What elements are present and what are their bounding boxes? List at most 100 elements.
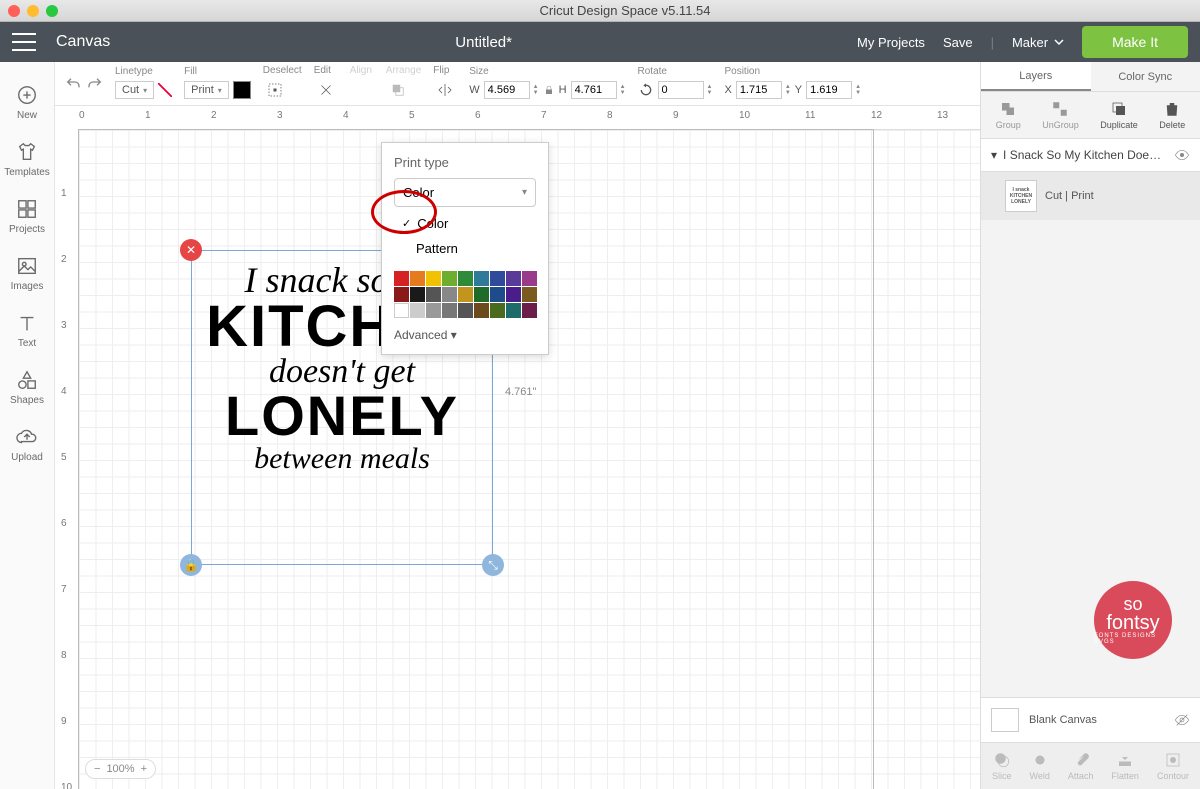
machine-selector[interactable]: Maker bbox=[1012, 35, 1064, 50]
duplicate-button[interactable]: Duplicate bbox=[1100, 100, 1138, 130]
resize-handle[interactable]: ⤡ bbox=[482, 554, 504, 576]
delete-handle[interactable]: ✕ bbox=[180, 239, 202, 261]
nav-images[interactable]: Images bbox=[0, 245, 54, 302]
close-window-button[interactable] bbox=[8, 5, 20, 17]
color-swatch[interactable] bbox=[410, 271, 425, 286]
align-button bbox=[350, 78, 374, 102]
zoom-control[interactable]: −100%+ bbox=[85, 759, 156, 779]
linetype-dropdown[interactable]: Cut bbox=[115, 81, 154, 99]
color-swatch[interactable] bbox=[410, 287, 425, 302]
nav-upload[interactable]: Upload bbox=[0, 416, 54, 473]
color-swatch[interactable] bbox=[506, 271, 521, 286]
blank-canvas-label: Blank Canvas bbox=[1029, 714, 1164, 726]
color-swatch[interactable] bbox=[490, 287, 505, 302]
arrange-label: Arrange bbox=[386, 65, 422, 76]
chevron-down-icon bbox=[1054, 37, 1064, 47]
zoom-out-icon[interactable]: − bbox=[94, 763, 100, 775]
tab-layers[interactable]: Layers bbox=[981, 62, 1091, 91]
width-input[interactable]: ▲▼ bbox=[484, 81, 539, 99]
color-swatch[interactable] bbox=[442, 303, 457, 318]
rotate-input[interactable]: ▲▼ bbox=[658, 81, 713, 99]
minimize-window-button[interactable] bbox=[27, 5, 39, 17]
print-type-dropdown[interactable]: Color bbox=[394, 178, 536, 207]
flip-button[interactable] bbox=[433, 78, 457, 102]
flip-label: Flip bbox=[433, 65, 457, 76]
layer-item[interactable]: I snackKITCHENLONELY Cut | Print bbox=[981, 172, 1200, 220]
right-panel: Layers Color Sync Group UnGroup Duplicat… bbox=[980, 62, 1200, 789]
ruler-tick: 6 bbox=[61, 518, 67, 529]
ruler-tick: 8 bbox=[61, 650, 67, 661]
lock-icon[interactable] bbox=[543, 84, 555, 96]
fill-dropdown[interactable]: Print bbox=[184, 81, 229, 99]
canvas-grid[interactable]: I snack so my KITCHEN doesn't get LONELY… bbox=[79, 130, 980, 789]
color-swatch[interactable] bbox=[442, 271, 457, 286]
color-swatch[interactable] bbox=[426, 303, 441, 318]
ruler-tick: 10 bbox=[61, 782, 72, 789]
color-swatch[interactable] bbox=[506, 303, 521, 318]
color-swatch[interactable] bbox=[394, 271, 409, 286]
color-swatch[interactable] bbox=[522, 271, 537, 286]
blank-canvas-row[interactable]: Blank Canvas bbox=[981, 697, 1200, 743]
titlebar: Cricut Design Space v5.11.54 bbox=[0, 0, 1200, 22]
fill-swatch[interactable] bbox=[233, 81, 251, 99]
my-projects-link[interactable]: My Projects bbox=[857, 35, 925, 50]
color-swatch[interactable] bbox=[458, 271, 473, 286]
color-swatch[interactable] bbox=[474, 287, 489, 302]
undo-icon[interactable] bbox=[65, 76, 81, 92]
image-icon bbox=[16, 255, 38, 277]
x-label: X bbox=[724, 84, 731, 96]
color-swatch[interactable] bbox=[522, 287, 537, 302]
canvas-area[interactable]: 012345678910111213 12345678910 I snack s… bbox=[55, 106, 980, 789]
blank-swatch bbox=[991, 708, 1019, 732]
color-swatch[interactable] bbox=[394, 303, 409, 318]
advanced-toggle[interactable]: Advanced ▾ bbox=[394, 328, 536, 342]
deselect-button[interactable] bbox=[263, 78, 287, 102]
color-swatch[interactable] bbox=[506, 287, 521, 302]
make-it-button[interactable]: Make It bbox=[1082, 26, 1188, 58]
color-swatch[interactable] bbox=[442, 287, 457, 302]
app-title: Cricut Design Space v5.11.54 bbox=[58, 3, 1192, 18]
zoom-window-button[interactable] bbox=[46, 5, 58, 17]
document-title[interactable]: Untitled* bbox=[110, 34, 857, 51]
color-swatch[interactable] bbox=[490, 303, 505, 318]
color-swatch[interactable] bbox=[410, 303, 425, 318]
save-button[interactable]: Save bbox=[943, 35, 973, 50]
delete-button[interactable]: Delete bbox=[1159, 100, 1185, 130]
hamburger-menu-icon[interactable] bbox=[12, 33, 36, 51]
ruler-tick: 2 bbox=[211, 110, 217, 121]
color-swatch[interactable] bbox=[426, 271, 441, 286]
redo-icon[interactable] bbox=[87, 76, 103, 92]
nav-text[interactable]: Text bbox=[0, 302, 54, 359]
ruler-tick: 1 bbox=[145, 110, 151, 121]
h-label: H bbox=[559, 84, 567, 96]
option-color[interactable]: Color bbox=[394, 211, 536, 236]
color-swatch[interactable] bbox=[394, 287, 409, 302]
x-input[interactable]: ▲▼ bbox=[736, 81, 791, 99]
height-input[interactable]: ▲▼ bbox=[571, 81, 626, 99]
visibility-icon[interactable] bbox=[1174, 147, 1190, 163]
color-swatch[interactable] bbox=[474, 303, 489, 318]
nav-templates[interactable]: Templates bbox=[0, 131, 54, 188]
visibility-off-icon[interactable] bbox=[1174, 712, 1190, 728]
linetype-swatch[interactable] bbox=[158, 83, 172, 97]
ruler-tick: 3 bbox=[61, 320, 67, 331]
option-pattern[interactable]: Pattern bbox=[394, 236, 536, 261]
nav-shapes-label: Shapes bbox=[10, 395, 44, 406]
color-swatch[interactable] bbox=[474, 271, 489, 286]
layer-group-header[interactable]: ▾ I Snack So My Kitchen Doe… bbox=[981, 139, 1200, 172]
y-input[interactable]: ▲▼ bbox=[806, 81, 861, 99]
tab-color-sync[interactable]: Color Sync bbox=[1091, 62, 1200, 91]
print-type-popover: Print type Color Color Pattern Advanced … bbox=[381, 142, 549, 355]
lock-handle[interactable]: 🔒 bbox=[180, 554, 202, 576]
color-swatch[interactable] bbox=[522, 303, 537, 318]
color-swatch[interactable] bbox=[458, 287, 473, 302]
nav-shapes[interactable]: Shapes bbox=[0, 359, 54, 416]
zoom-in-icon[interactable]: + bbox=[141, 763, 147, 775]
color-swatch[interactable] bbox=[458, 303, 473, 318]
color-swatch[interactable] bbox=[426, 287, 441, 302]
color-swatch[interactable] bbox=[490, 271, 505, 286]
nav-projects[interactable]: Projects bbox=[0, 188, 54, 245]
y-label: Y bbox=[795, 84, 802, 96]
edit-button[interactable] bbox=[314, 78, 338, 102]
nav-new[interactable]: New bbox=[0, 74, 54, 131]
